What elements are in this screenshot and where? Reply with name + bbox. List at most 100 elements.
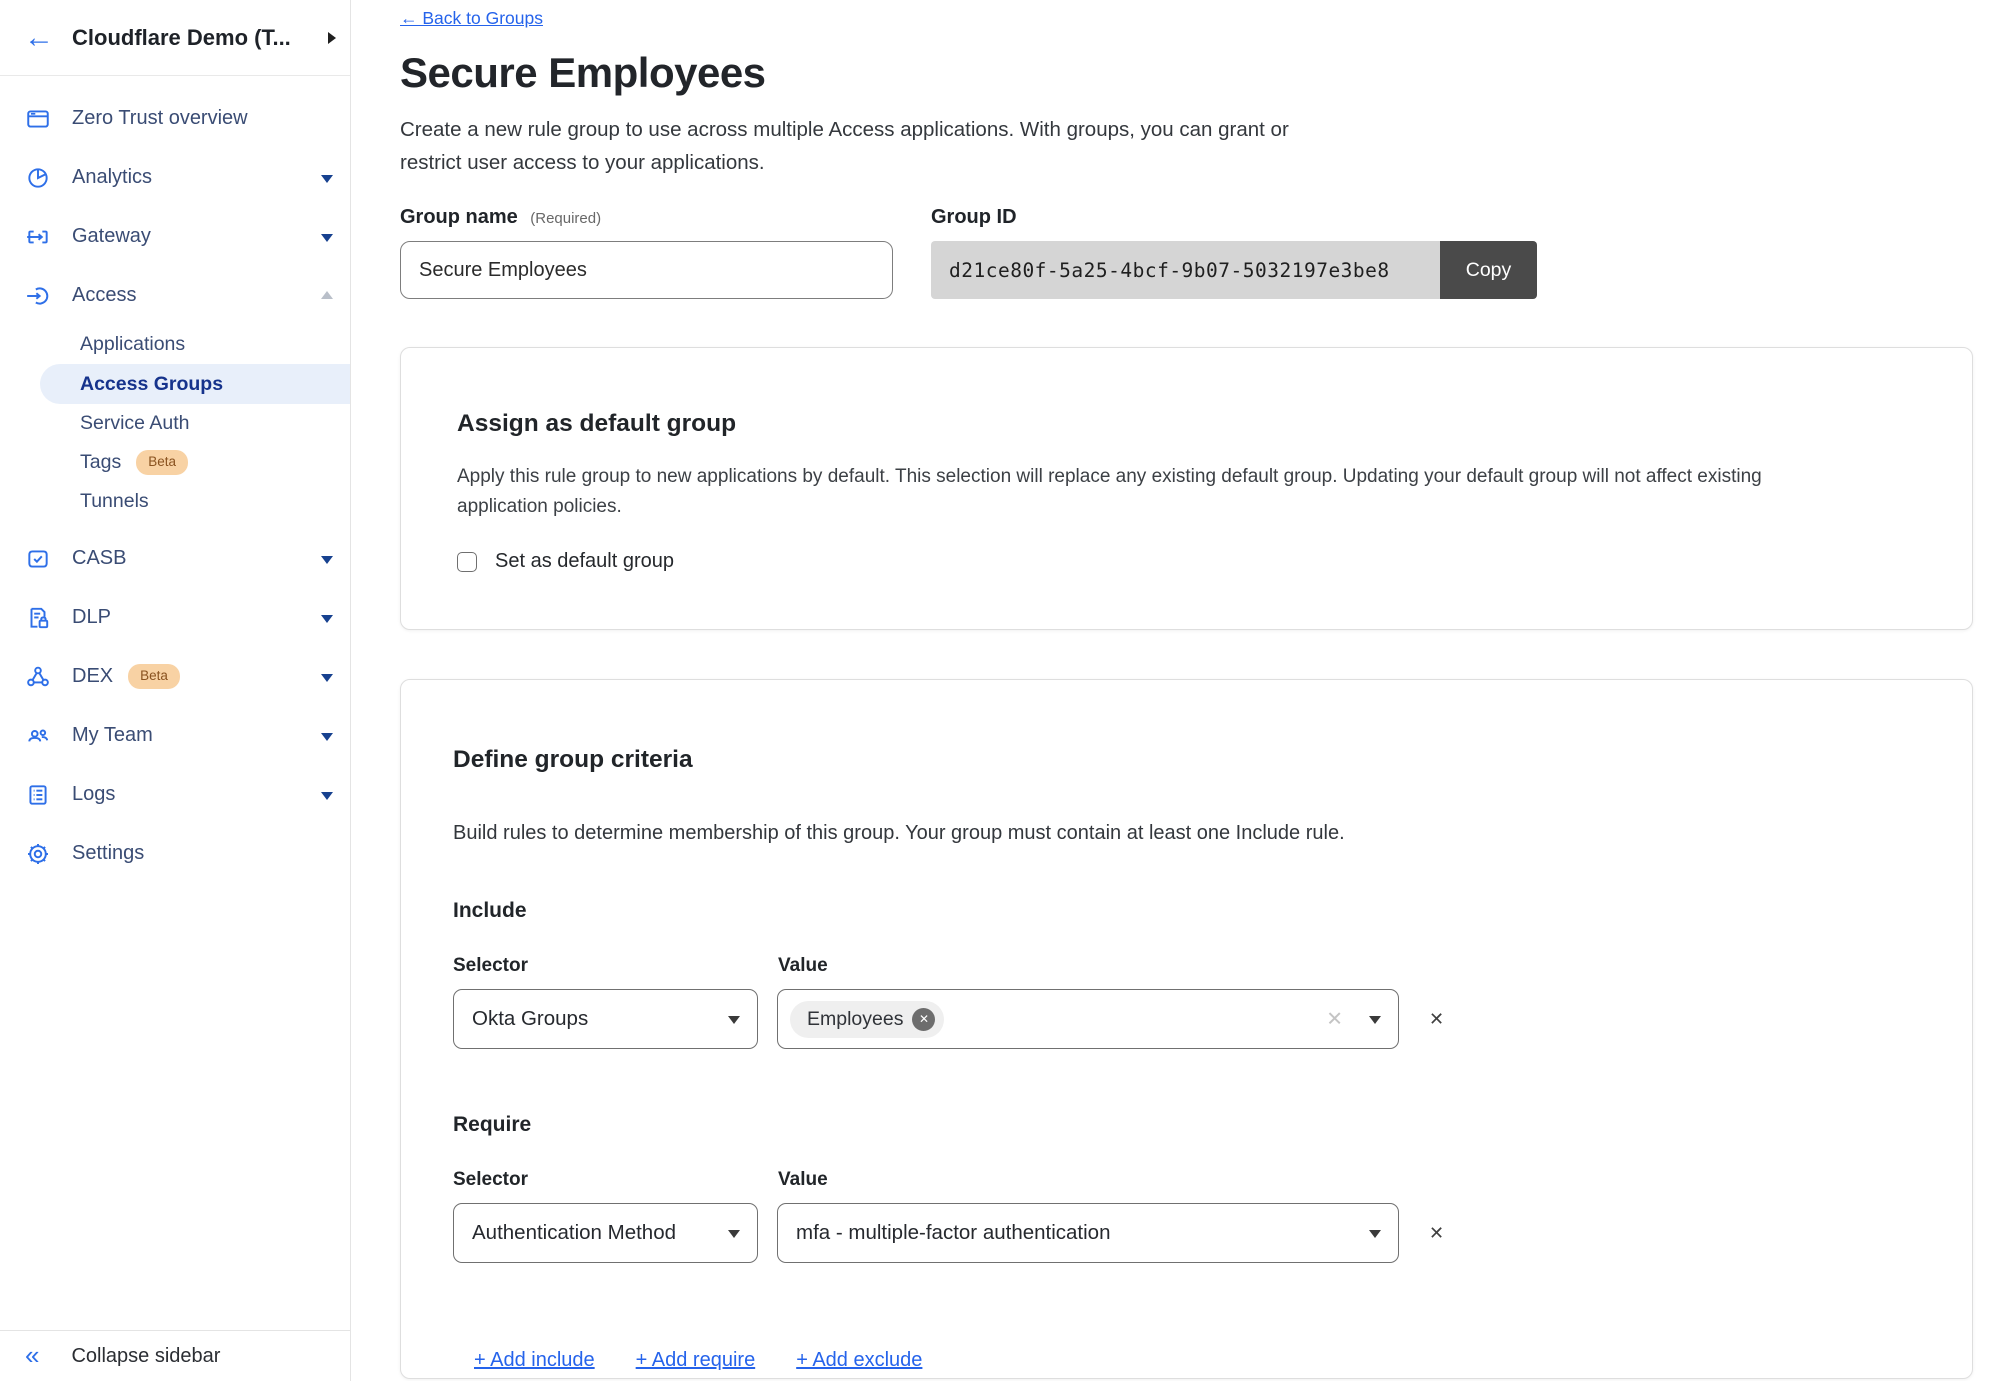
sidebar-item-label: Applications: [80, 333, 185, 356]
sidebar-item-logs[interactable]: Logs: [0, 765, 350, 824]
group-meta-row: Group name (Required) Group ID d21ce80f-…: [400, 206, 1973, 299]
chevron-down-icon: [728, 1230, 740, 1238]
page-description: Create a new rule group to use across mu…: [400, 113, 1300, 179]
sidebar-item-label: Settings: [72, 842, 144, 865]
require-column-labels: Selector Value: [453, 1169, 1920, 1191]
include-heading: Include: [453, 899, 1920, 923]
access-subnav: Applications Access Groups Service Auth …: [0, 325, 350, 521]
selector-label: Selector: [453, 1169, 778, 1191]
gear-icon: [25, 841, 51, 867]
remove-require-rule-icon[interactable]: ✕: [1429, 1223, 1444, 1244]
sidebar-nav: Zero Trust overview Analytics: [0, 76, 350, 883]
remove-include-rule-icon[interactable]: ✕: [1429, 1009, 1444, 1030]
require-value-dropdown[interactable]: mfa - multiple-factor authentication: [777, 1203, 1399, 1263]
selector-label: Selector: [453, 955, 778, 977]
access-icon: [25, 283, 51, 309]
chevron-down-icon: [728, 1016, 740, 1024]
logs-icon: [25, 782, 51, 808]
chip-label: Employees: [807, 1008, 903, 1031]
group-id-field-group: Group ID d21ce80f-5a25-4bcf-9b07-5032197…: [931, 206, 1537, 299]
add-exclude-link[interactable]: + Add exclude: [796, 1349, 922, 1372]
people-icon: [25, 723, 51, 749]
sidebar-item-label: My Team: [72, 724, 153, 747]
chevron-down-icon: [321, 175, 333, 183]
chip-remove-icon[interactable]: ✕: [912, 1008, 935, 1031]
sidebar-item-service-auth[interactable]: Service Auth: [0, 404, 350, 443]
group-name-input[interactable]: [400, 241, 893, 299]
sidebar-item-label: DEX: [72, 665, 113, 688]
chevron-down-icon: [321, 733, 333, 741]
gateway-icon: [25, 224, 51, 250]
sidebar-item-access[interactable]: Access: [0, 266, 350, 325]
sidebar-item-label: Service Auth: [80, 412, 189, 435]
sidebar-item-gateway[interactable]: Gateway: [0, 207, 350, 266]
add-require-link[interactable]: + Add require: [636, 1349, 756, 1372]
sidebar-item-label: Tags: [80, 451, 121, 474]
collapse-icon: «: [25, 1348, 39, 1364]
sidebar-item-label: Analytics: [72, 166, 152, 189]
clear-values-icon[interactable]: ✕: [1326, 1007, 1343, 1032]
sidebar-item-casb[interactable]: CASB: [0, 529, 350, 588]
include-column-labels: Selector Value: [453, 955, 1920, 977]
sidebar-item-my-team[interactable]: My Team: [0, 706, 350, 765]
sidebar-item-tunnels[interactable]: Tunnels: [0, 482, 350, 521]
value-label: Value: [778, 1169, 828, 1191]
include-value-multiselect[interactable]: Employees ✕ ✕: [777, 989, 1399, 1049]
rule-actions: + Add include + Add require + Add exclud…: [453, 1349, 1920, 1372]
back-arrow-icon[interactable]: ←: [24, 23, 54, 53]
group-id-value: d21ce80f-5a25-4bcf-9b07-5032197e3be8: [931, 241, 1440, 299]
chevron-down-icon: [1369, 1230, 1381, 1238]
app-root: ← Cloudflare Demo (T... Zero Trust overv…: [0, 0, 1999, 1381]
sidebar-item-label: Access Groups: [80, 373, 223, 396]
selector-value: Authentication Method: [472, 1221, 676, 1245]
require-rule-row: Authentication Method mfa - multiple-fac…: [453, 1203, 1920, 1263]
sidebar: ← Cloudflare Demo (T... Zero Trust overv…: [0, 0, 351, 1381]
chevron-up-icon: [321, 291, 333, 299]
sidebar-item-dlp[interactable]: DLP: [0, 588, 350, 647]
chevron-down-icon: [321, 556, 333, 564]
casb-icon: [25, 546, 51, 572]
card-body-text: Build rules to determine membership of t…: [453, 822, 1920, 845]
document-lock-icon: [25, 605, 51, 631]
chevron-down-icon: [321, 674, 333, 682]
group-name-label: Group name: [400, 206, 518, 228]
sidebar-item-analytics[interactable]: Analytics: [0, 148, 350, 207]
set-default-group-checkbox[interactable]: [457, 552, 477, 572]
add-include-link[interactable]: + Add include: [474, 1349, 595, 1372]
sidebar-item-settings[interactable]: Settings: [0, 824, 350, 883]
copy-button[interactable]: Copy: [1440, 241, 1537, 299]
beta-badge: Beta: [136, 450, 188, 475]
sidebar-item-tags[interactable]: Tags Beta: [0, 443, 350, 482]
browser-window-icon: [25, 106, 51, 132]
sidebar-item-access-groups[interactable]: Access Groups: [40, 364, 350, 404]
include-selector-dropdown[interactable]: Okta Groups: [453, 989, 758, 1049]
value-text: mfa - multiple-factor authentication: [796, 1221, 1110, 1245]
required-hint: (Required): [530, 210, 601, 227]
group-id-label: Group ID: [931, 206, 1537, 229]
sidebar-item-dex[interactable]: DEX Beta: [0, 647, 350, 706]
selector-value: Okta Groups: [472, 1007, 588, 1031]
sidebar-item-label: Zero Trust overview: [72, 107, 248, 130]
pie-chart-icon: [25, 165, 51, 191]
network-nodes-icon: [25, 664, 51, 690]
define-group-criteria-card: Define group criteria Build rules to det…: [400, 679, 1973, 1379]
sidebar-item-applications[interactable]: Applications: [0, 325, 350, 364]
set-default-group-label: Set as default group: [495, 550, 674, 573]
chevron-down-icon: [321, 234, 333, 242]
card-body-text: Apply this rule group to new application…: [457, 462, 1857, 522]
value-chip: Employees ✕: [790, 1001, 944, 1038]
chevron-down-icon: [1369, 1016, 1381, 1024]
sidebar-item-label: CASB: [72, 547, 126, 570]
require-selector-dropdown[interactable]: Authentication Method: [453, 1203, 758, 1263]
chevron-down-icon: [321, 615, 333, 623]
set-default-group-row: Set as default group: [457, 550, 1916, 573]
collapse-sidebar-button[interactable]: « Collapse sidebar: [0, 1330, 350, 1381]
assign-default-group-card: Assign as default group Apply this rule …: [400, 347, 1973, 630]
collapse-sidebar-label: Collapse sidebar: [71, 1345, 220, 1368]
sidebar-item-zero-trust-overview[interactable]: Zero Trust overview: [0, 89, 350, 148]
chevron-down-icon: [321, 792, 333, 800]
card-title: Assign as default group: [457, 410, 1916, 438]
page-title: Secure Employees: [400, 49, 1973, 97]
account-expander-icon[interactable]: [328, 32, 336, 44]
back-to-groups-link[interactable]: ← Back to Groups: [400, 8, 543, 29]
